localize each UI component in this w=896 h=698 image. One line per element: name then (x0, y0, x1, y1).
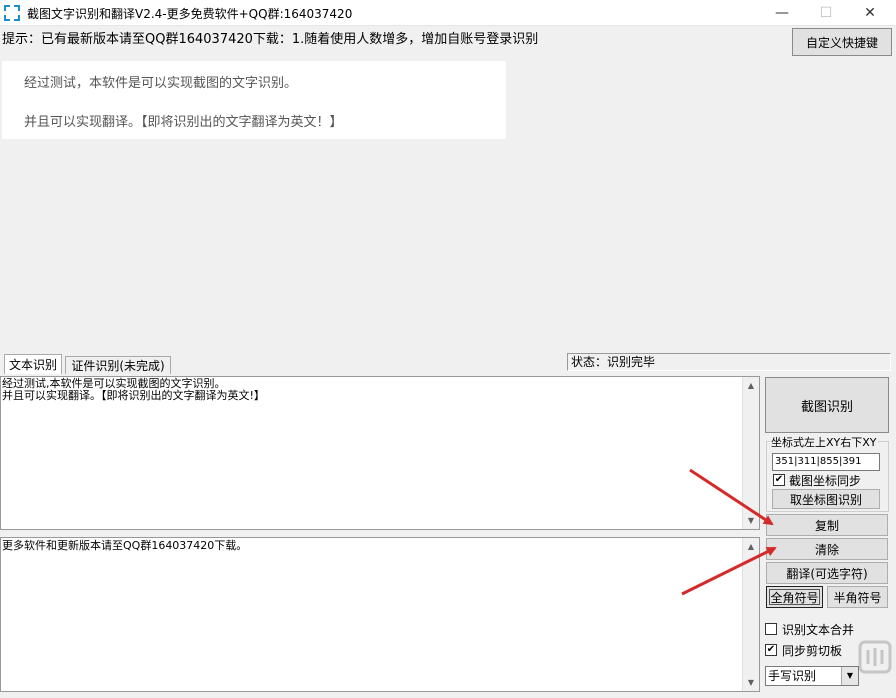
coordinate-label: 坐标式左上XY右下XY (770, 434, 878, 450)
sync-clipboard-label: 同步剪切板 (782, 644, 843, 658)
merge-text-checkbox[interactable] (765, 623, 777, 635)
ocr-result-textarea[interactable]: 经过测试,本软件是可以实现截图的文字识别。 并且可以实现翻译。【即将识别出的文字… (0, 376, 760, 530)
ocr-scrollbar[interactable]: ▲ ▼ (742, 377, 759, 529)
scroll-down-icon[interactable]: ▼ (743, 512, 759, 529)
status-text: 状态：识别完毕 (567, 353, 891, 371)
hint-text: 提示：已有最新版本请至QQ群164037420下载：1.随着使用人数增多，增加自… (2, 32, 539, 47)
tab-text-recognition[interactable]: 文本识别 (4, 354, 62, 374)
output-scrollbar[interactable]: ▲ ▼ (742, 538, 759, 691)
dropdown-arrow-icon[interactable]: ▼ (841, 667, 858, 685)
scroll-down-icon[interactable]: ▼ (743, 674, 759, 691)
close-button[interactable]: ✕ (848, 0, 892, 26)
sync-coord-label: 截图坐标同步 (789, 474, 862, 488)
custom-shortcut-button[interactable]: 自定义快捷键 (792, 28, 892, 56)
preview-line-2: 并且可以实现翻译。【即将识别出的文字翻译为英文！】 (24, 115, 343, 130)
sync-clipboard-checkbox[interactable]: ✔ (765, 644, 777, 656)
tab-id-recognition[interactable]: 证件识别(未完成) (65, 356, 171, 374)
output-line: 更多软件和更新版本请至QQ群164037420下载。 (2, 539, 248, 552)
minimize-button[interactable]: — (760, 0, 804, 26)
halfwidth-symbol-button[interactable]: 半角符号 (827, 586, 888, 608)
recognition-mode-value: 手写识别 (768, 669, 817, 683)
scroll-up-icon[interactable]: ▲ (743, 377, 759, 394)
capture-recognize-button[interactable]: 截图识别 (765, 377, 889, 433)
clear-button[interactable]: 清除 (766, 538, 888, 560)
capture-preview: 经过测试，本软件是可以实现截图的文字识别。 并且可以实现翻译。【即将识别出的文字… (2, 61, 506, 139)
coordinate-input[interactable]: 351|311|855|391 (772, 453, 880, 471)
window-title: 截图文字识别和翻译V2.4-更多免费软件+QQ群:164037420 (27, 7, 353, 21)
ocr-line-2: 并且可以实现翻译。【即将识别出的文字翻译为英文!】 (2, 389, 265, 402)
translate-button[interactable]: 翻译(可选字符) (766, 562, 888, 584)
maximize-button[interactable]: ☐ (804, 0, 848, 26)
coordinate-recognize-button[interactable]: 取坐标图识别 (772, 489, 880, 509)
copy-button[interactable]: 复制 (766, 514, 888, 536)
fullwidth-symbol-button[interactable]: 全角符号 (766, 586, 823, 608)
output-textarea[interactable]: 更多软件和更新版本请至QQ群164037420下载。 ▲ ▼ (0, 537, 760, 692)
preview-line-1: 经过测试，本软件是可以实现截图的文字识别。 (24, 76, 298, 91)
sync-coord-checkbox[interactable]: ✔ (773, 474, 785, 486)
app-icon (4, 5, 20, 21)
scroll-up-icon[interactable]: ▲ (743, 538, 759, 555)
watermark-logo (858, 640, 892, 682)
merge-text-label: 识别文本合并 (782, 623, 855, 637)
recognition-mode-select[interactable]: 手写识别 ▼ (765, 666, 859, 686)
